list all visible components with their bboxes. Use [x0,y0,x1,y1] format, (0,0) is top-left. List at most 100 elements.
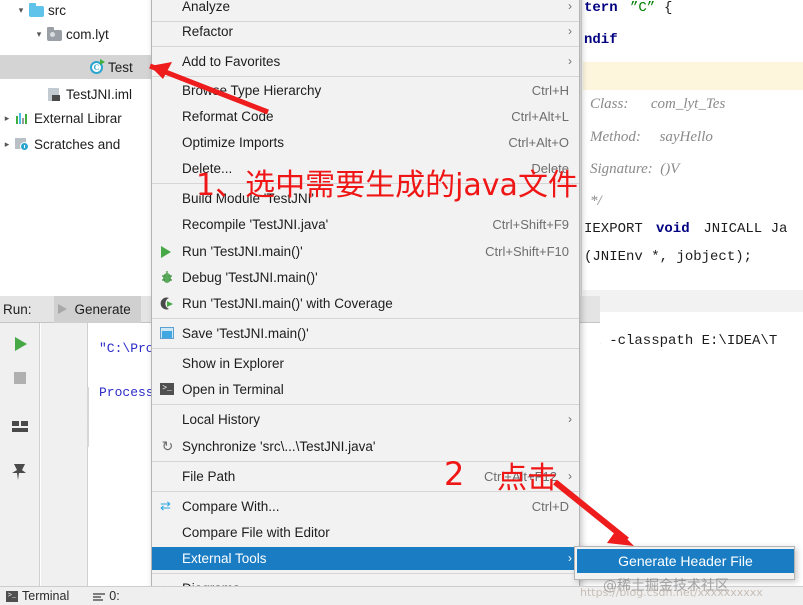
menu-item-add-to-favorites[interactable]: Add to Favorites › [152,50,579,73]
chevron-right-icon: › [568,412,572,426]
menu-item-run-coverage[interactable]: Run 'TestJNI.main()' with Coverage [152,292,579,315]
menu-item-shortcut: Ctrl+Alt+L [511,109,569,124]
menu-icon-placeholder [152,408,182,431]
external-libraries-icon [14,110,31,126]
tree-item-scratches-and[interactable]: ▸ Scratches and [0,132,152,156]
code-token: JNICALL Ja [695,221,788,237]
console-line: "C:\Pro [99,341,154,356]
tree-item-label: TestJNI.iml [66,86,133,102]
editor-highlight-band [583,62,803,90]
tree-item-src[interactable]: ▾ src [0,0,152,22]
menu-separator [152,318,579,319]
ide-window: ▾ src ▾ com.lyt C Test TestJNI.iml ▸ External Li… [0,0,803,605]
code-token: { [664,0,673,16]
tree-twisty-icon[interactable]: ▸ [0,113,14,124]
menu-item-run-main[interactable]: Run 'TestJNI.main()' Ctrl+Shift+F10 [152,240,579,263]
code-token: (JNIEnv *, jobject); [584,249,753,265]
menu-item-label: Refactor [182,24,234,39]
menu-item-label: Optimize Imports [182,135,285,150]
menu-icon-placeholder [152,157,182,180]
context-menu[interactable]: Analyze › Refactor › Add to Favorites › Browse… [151,0,580,605]
menu-item-optimize-imports[interactable]: Optimize Imports Ctrl+Alt+O [152,131,579,154]
stop-icon[interactable] [5,363,35,393]
menu-item-label: Recompile 'TestJNI.java' [182,217,329,232]
submenu-item-generate-header-file[interactable]: Generate Header File [577,549,794,573]
run-left-toolbar[interactable] [0,323,40,586]
run-console-toolbar[interactable] [41,323,117,586]
menu-separator [152,404,579,405]
editor-divider-band [583,290,803,312]
tree-twisty-icon[interactable]: ▾ [32,29,46,40]
menu-icon-placeholder [152,521,182,544]
layout-settings-icon[interactable] [5,411,35,441]
menu-icon-placeholder [152,131,182,154]
rerun-icon[interactable] [5,329,35,359]
menu-item-browse-type-hierarchy[interactable]: Browse Type Hierarchy Ctrl+H [152,79,579,102]
tree-item-external-librar[interactable]: ▸ External Librar [0,106,152,130]
menu-separator [152,573,579,574]
tree-item-label: External Librar [34,110,122,126]
menu-item-compare-with[interactable]: ⇄ Compare With... Ctrl+D [152,495,579,518]
play-icon [57,304,67,314]
terminal-icon: >_ [152,378,182,401]
statusbar-output-label: 0: [109,589,120,603]
menu-item-reformat-code[interactable]: Reformat Code Ctrl+Alt+L [152,105,579,128]
chevron-right-icon: › [568,54,572,68]
menu-item-open-in-terminal[interactable]: >_ Open in Terminal [152,378,579,401]
statusbar-terminal[interactable]: >_ Terminal [6,589,69,603]
menu-item-label: Compare With... [182,499,280,514]
menu-item-label: Run 'TestJNI.main()' with Coverage [182,296,393,311]
menu-item-external-tools[interactable]: External Tools › [152,547,579,570]
annotation-step-2-number: 2 [444,455,465,493]
menu-item-shortcut: Ctrl+Shift+F10 [485,244,569,259]
menu-item-label: Reformat Code [182,109,274,124]
menu-item-compare-file-with-editor[interactable]: Compare File with Editor [152,521,579,544]
menu-item-save-main[interactable]: Save 'TestJNI.main()' [152,322,579,345]
tree-item-label: com.lyt [66,26,109,42]
pin-icon[interactable] [5,455,35,485]
folder-gray-icon [46,26,63,42]
chevron-right-icon: › [568,469,572,483]
menu-item-label: Save 'TestJNI.main()' [182,326,309,341]
menu-item-debug-main[interactable]: Debug 'TestJNI.main()' [152,266,579,289]
menu-icon-placeholder [152,352,182,375]
tree-item-com-lyt[interactable]: ▾ com.lyt [0,22,152,46]
statusbar-terminal-label: Terminal [22,589,70,603]
tree-twisty-icon[interactable]: ▸ [0,139,14,150]
menu-item-label: Compare File with Editor [182,525,330,540]
menu-icon-placeholder [152,213,182,236]
code-token: Signature: ()V [590,161,680,177]
annotation-step-1: 1、选中需要生成的java文件 [196,168,578,203]
tree-item-test[interactable]: C Test [0,55,152,79]
menu-separator [152,76,579,77]
debug-icon [152,266,182,289]
menu-separator [152,348,579,349]
statusbar-output[interactable]: 0: [93,589,120,603]
menu-item-recompile[interactable]: Recompile 'TestJNI.java' Ctrl+Shift+F9 [152,213,579,236]
menu-icon-placeholder [152,105,182,128]
tree-item-testjni-iml[interactable]: TestJNI.iml [0,82,152,106]
code-token: IEXPORT [584,221,652,237]
tree-item-label: src [48,2,66,18]
menu-icon-placeholder [152,465,182,488]
code-token: void [656,221,690,237]
menu-item-refactor[interactable]: Refactor › [152,20,579,43]
menu-item-label: External Tools [182,551,267,566]
console-line: Process [99,385,154,400]
code-token: */ [590,193,602,209]
menu-item-shortcut: Ctrl+H [531,83,569,98]
menu-item-label: Analyze [182,0,231,14]
code-token: tern [584,0,627,16]
code-editor[interactable]: › › › tern ”C” {ndif Class: com_lyt_Tes Met… [568,0,803,605]
terminal-icon: >_ [6,590,18,602]
menu-item-shortcut: Ctrl+Alt+O [508,135,569,150]
annotation-step-2-text: 点击 [497,461,557,496]
sync-icon: ↻ [161,438,174,454]
run-configuration-tab[interactable]: Generate [53,295,141,323]
menu-item-local-history[interactable]: Local History › [152,408,579,431]
tree-twisty-icon[interactable]: ▾ [14,5,28,16]
iml-file-icon [46,86,63,102]
menu-item-show-in-explorer[interactable]: Show in Explorer [152,352,579,375]
project-tool-window[interactable]: ▾ src ▾ com.lyt C Test TestJNI.iml ▸ External Li… [0,0,152,296]
menu-item-analyze[interactable]: Analyze › [152,0,579,18]
